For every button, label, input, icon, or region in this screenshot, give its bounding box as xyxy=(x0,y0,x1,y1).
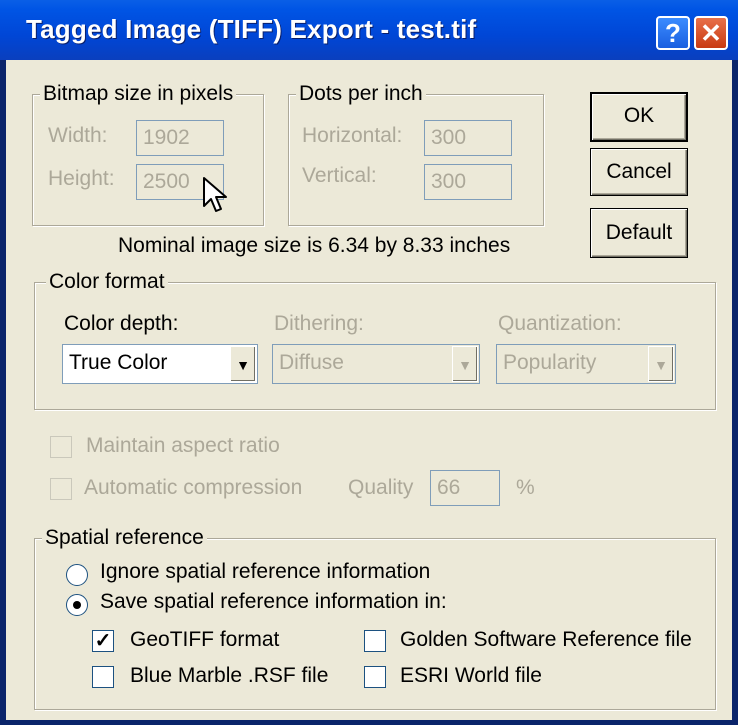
percent-label: % xyxy=(516,476,535,499)
quality-label: Quality xyxy=(348,476,414,499)
save-spatial-radio[interactable] xyxy=(66,594,88,616)
blue-marble-label: Blue Marble .RSF file xyxy=(130,664,329,687)
mouse-cursor-icon xyxy=(203,177,227,212)
close-button[interactable]: ✕ xyxy=(694,16,728,50)
maintain-aspect-checkbox[interactable] xyxy=(50,436,72,458)
quality-field[interactable]: 66 xyxy=(430,470,500,506)
dialog-window: Tagged Image (TIFF) Export - test.tif ? … xyxy=(0,0,738,725)
dithering-select[interactable]: Diffuse ▼ xyxy=(272,344,480,384)
radio-selected-dot xyxy=(73,601,81,609)
nominal-size-text: Nominal image size is 6.34 by 8.33 inche… xyxy=(118,234,511,257)
horizontal-label: Horizontal: xyxy=(302,124,403,147)
chevron-down-icon[interactable]: ▼ xyxy=(230,346,256,382)
spatial-reference-legend: Spatial reference xyxy=(42,526,207,550)
chevron-down-icon[interactable]: ▼ xyxy=(452,346,478,382)
bitmap-size-legend: Bitmap size in pixels xyxy=(40,82,237,106)
dots-per-inch-group xyxy=(288,94,544,226)
title-bar[interactable]: Tagged Image (TIFF) Export - test.tif ? … xyxy=(0,0,738,60)
golden-software-label: Golden Software Reference file xyxy=(400,628,692,651)
color-depth-select[interactable]: True Color ▼ xyxy=(62,344,258,384)
chevron-down-icon[interactable]: ▼ xyxy=(648,346,674,382)
esri-world-checkbox[interactable] xyxy=(364,666,386,688)
cancel-button[interactable]: Cancel xyxy=(590,148,688,196)
horizontal-dpi-field[interactable]: 300 xyxy=(424,120,512,156)
ignore-spatial-label: Ignore spatial reference information xyxy=(100,560,431,583)
color-depth-label: Color depth: xyxy=(64,312,179,335)
quantization-label: Quantization: xyxy=(498,312,622,335)
height-label: Height: xyxy=(48,167,115,190)
color-depth-value: True Color xyxy=(69,351,168,374)
dithering-value: Diffuse xyxy=(279,351,344,374)
color-format-legend: Color format xyxy=(46,270,168,294)
ignore-spatial-radio[interactable] xyxy=(66,564,88,586)
vertical-dpi-field[interactable]: 300 xyxy=(424,164,512,200)
ok-button[interactable]: OK xyxy=(590,92,688,142)
geotiff-label: GeoTIFF format xyxy=(130,628,280,651)
save-spatial-label: Save spatial reference information in: xyxy=(100,590,447,613)
auto-compression-label: Automatic compression xyxy=(84,476,303,499)
blue-marble-checkbox[interactable] xyxy=(92,666,114,688)
dialog-client: Bitmap size in pixels Width: 1902 Height… xyxy=(6,60,732,720)
maintain-aspect-label: Maintain aspect ratio xyxy=(86,434,280,457)
golden-software-checkbox[interactable] xyxy=(364,630,386,652)
geotiff-checkbox[interactable]: ✓ xyxy=(92,630,114,652)
help-button[interactable]: ? xyxy=(656,16,690,50)
dithering-label: Dithering: xyxy=(274,312,364,335)
default-button[interactable]: Default xyxy=(590,208,688,258)
quantization-value: Popularity xyxy=(503,351,597,374)
quantization-select[interactable]: Popularity ▼ xyxy=(496,344,676,384)
esri-world-label: ESRI World file xyxy=(400,664,542,687)
width-field[interactable]: 1902 xyxy=(136,120,224,156)
vertical-label: Vertical: xyxy=(302,164,377,187)
width-label: Width: xyxy=(48,124,108,147)
dots-per-inch-legend: Dots per inch xyxy=(296,82,426,106)
window-title: Tagged Image (TIFF) Export - test.tif xyxy=(26,14,477,44)
auto-compression-checkbox[interactable] xyxy=(50,478,72,500)
